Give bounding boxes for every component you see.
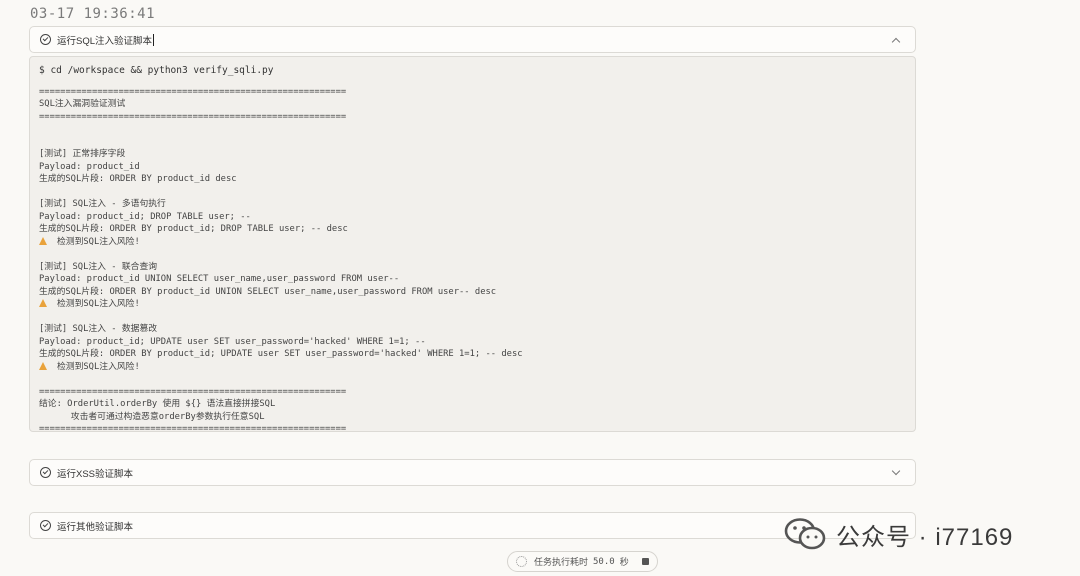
- terminal-line: SQL注入漏洞验证测试: [39, 99, 126, 109]
- status-value: 50.0: [593, 556, 615, 567]
- xss-task-title: 运行XSS验证脚本: [57, 468, 134, 480]
- terminal-line: [测试] SQL注入 - 多语句执行: [39, 199, 166, 209]
- warning-icon: [39, 361, 47, 370]
- terminal-line: 检测到SQL注入风险!: [39, 298, 906, 311]
- terminal-line: ========================================…: [39, 386, 347, 397]
- terminal-line: 生成的SQL片段: ORDER BY product_id; UPDATE us…: [39, 349, 523, 359]
- check-circle-icon: [40, 520, 51, 531]
- wechat-icon: [784, 518, 826, 550]
- terminal-line: [测试] SQL注入 - 联合查询: [39, 261, 158, 272]
- xss-task-header[interactable]: 运行XSS验证脚本: [30, 460, 915, 485]
- terminal-line: [测试] 正常排序字段: [39, 149, 126, 159]
- xss-task-card: 运行XSS验证脚本: [29, 459, 916, 486]
- warning-icon: [39, 236, 47, 245]
- terminal-line: 生成的SQL片段: ORDER BY product_id; DROP TABL…: [39, 224, 348, 234]
- terminal-line: ========================================…: [39, 111, 347, 122]
- timestamp: 03-17 19:36:41: [30, 6, 156, 22]
- terminal-output: $ cd /workspace && python3 verify_sqli.p…: [29, 56, 916, 432]
- other-task-title: 运行其他验证脚本: [57, 521, 134, 533]
- check-circle-icon: [40, 34, 51, 45]
- status-label: 任务执行耗时: [534, 557, 589, 567]
- terminal-line: Payload: product_id UNION SELECT user_na…: [39, 274, 400, 284]
- terminal-line: ========================================…: [39, 424, 347, 432]
- warning-icon: [39, 299, 47, 307]
- stop-icon[interactable]: [642, 558, 649, 565]
- terminal-line: 检测到SQL注入风险!: [39, 361, 906, 374]
- warning-text: 检测到SQL注入风险!: [57, 236, 140, 247]
- text-cursor: [153, 33, 155, 46]
- task-duration-status: 任务执行耗时 50.0 秒: [507, 551, 658, 572]
- terminal-line: ========================================…: [39, 86, 347, 97]
- terminal-line: Payload: product_id: [39, 161, 140, 172]
- chevron-up-icon[interactable]: [891, 37, 901, 46]
- status-unit: 秒: [619, 557, 629, 567]
- terminal-line: Payload: product_id; UPDATE user SET use…: [39, 336, 426, 347]
- warning-text: 检测到SQL注入风险!: [57, 361, 140, 372]
- terminal-command: $ cd /workspace && python3 verify_sqli.p…: [39, 65, 274, 76]
- terminal-line: [测试] SQL注入 - 数据篡改: [39, 324, 158, 334]
- terminal-line: 检测到SQL注入风险!: [39, 236, 906, 249]
- sql-task-card: 运行SQL注入验证脚本: [29, 26, 916, 53]
- sql-task-header[interactable]: 运行SQL注入验证脚本: [30, 27, 915, 52]
- terminal-line: 生成的SQL片段: ORDER BY product_id desc: [39, 174, 237, 184]
- watermark: 公众号 · i77169: [784, 512, 1013, 556]
- spinner-icon: [516, 556, 527, 567]
- chevron-down-icon[interactable]: [891, 466, 901, 476]
- terminal-line: 生成的SQL片段: ORDER BY product_id UNION SELE…: [39, 286, 497, 297]
- sql-task-title: 运行SQL注入验证脚本: [57, 35, 153, 47]
- other-task-header[interactable]: 运行其他验证脚本: [30, 513, 915, 538]
- watermark-text: 公众号 · i77169: [836, 523, 1014, 551]
- terminal-lines: ========================================…: [39, 86, 906, 432]
- terminal-line: 结论: OrderUtil.orderBy 使用 ${} 语法直接拼接SQL: [39, 399, 276, 409]
- warning-text: 检测到SQL注入风险!: [57, 299, 140, 309]
- check-circle-icon: [40, 467, 51, 478]
- terminal-line: Payload: product_id; DROP TABLE user; --: [39, 211, 251, 222]
- terminal-line: 攻击者可通过构造恶意orderBy参数执行任意SQL: [39, 411, 265, 422]
- other-task-card: 运行其他验证脚本: [29, 512, 916, 539]
